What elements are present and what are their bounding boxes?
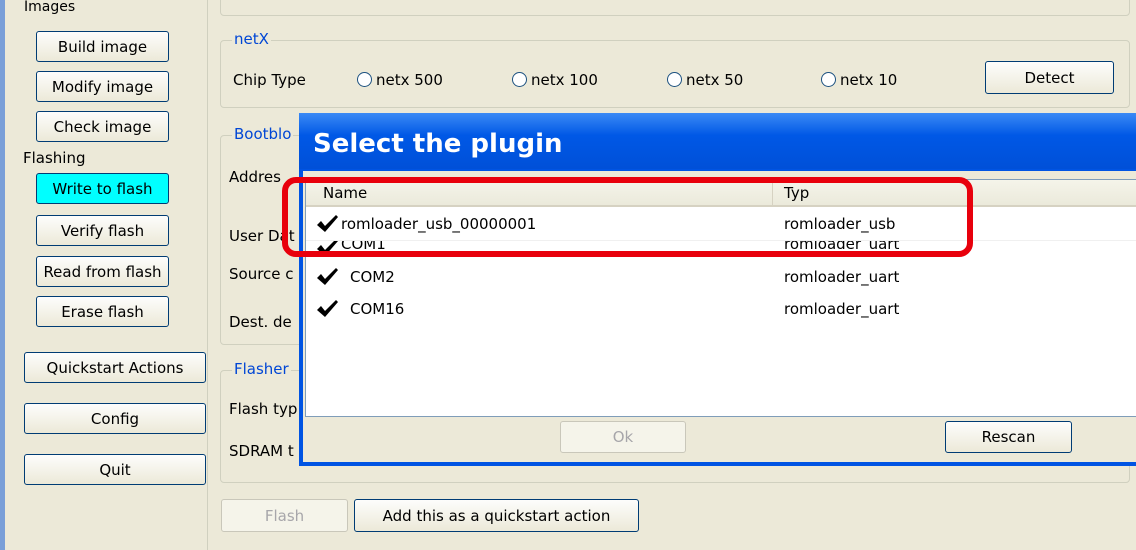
row-type: romloader_uart bbox=[784, 300, 900, 318]
address-label: Addres bbox=[229, 168, 281, 186]
row-name: COM16 bbox=[350, 300, 405, 318]
dest-label: Dest. de bbox=[229, 313, 292, 331]
detect-button[interactable]: Detect bbox=[985, 61, 1114, 94]
radio-netx-50[interactable] bbox=[667, 72, 682, 87]
netx-group-title: netX bbox=[232, 30, 271, 48]
checkmark-icon bbox=[317, 268, 338, 285]
window-left-border bbox=[0, 0, 5, 550]
checkmark-icon bbox=[317, 300, 338, 317]
netx-100-label: netx 100 bbox=[531, 71, 598, 89]
chip-type-label: Chip Type bbox=[233, 71, 306, 89]
ok-button[interactable]: Ok bbox=[560, 421, 686, 453]
config-button[interactable]: Config bbox=[24, 403, 206, 434]
add-quickstart-action-button[interactable]: Add this as a quickstart action bbox=[354, 499, 639, 532]
verify-flash-button[interactable]: Verify flash bbox=[36, 215, 169, 246]
quit-button[interactable]: Quit bbox=[24, 454, 206, 485]
flash-type-label: Flash typ bbox=[229, 400, 298, 418]
modify-image-button[interactable]: Modify image bbox=[36, 71, 169, 102]
rescan-button[interactable]: Rescan bbox=[945, 421, 1072, 453]
flash-button[interactable]: Flash bbox=[221, 499, 348, 532]
netx-10-label: netx 10 bbox=[840, 71, 898, 89]
radio-netx-10[interactable] bbox=[821, 72, 836, 87]
row-type: romloader_uart bbox=[784, 268, 900, 286]
bootloader-group-title: Bootblo bbox=[232, 125, 294, 143]
build-image-button[interactable]: Build image bbox=[36, 31, 169, 62]
sidebar-divider bbox=[207, 0, 208, 550]
quickstart-actions-button[interactable]: Quickstart Actions bbox=[24, 352, 206, 383]
source-label: Source c bbox=[229, 265, 294, 283]
write-to-flash-button[interactable]: Write to flash bbox=[36, 173, 169, 204]
dialog-title: Select the plugin bbox=[313, 129, 563, 159]
table-row[interactable]: COM16 romloader_uart bbox=[306, 293, 1136, 325]
highlight-box bbox=[282, 177, 973, 257]
images-heading: Images bbox=[24, 0, 76, 15]
check-image-button[interactable]: Check image bbox=[36, 111, 169, 142]
plugin-dialog: Select the plugin Name Typ romloader_usb… bbox=[299, 113, 1136, 466]
radio-netx-500[interactable] bbox=[357, 72, 372, 87]
sdram-label: SDRAM t bbox=[229, 442, 294, 460]
netx-500-label: netx 500 bbox=[376, 71, 443, 89]
table-row[interactable]: COM2 romloader_uart bbox=[306, 261, 1136, 293]
erase-flash-button[interactable]: Erase flash bbox=[36, 296, 169, 327]
radio-netx-100[interactable] bbox=[512, 72, 527, 87]
flasher-group-title: Flasher bbox=[232, 360, 291, 378]
read-from-flash-button[interactable]: Read from flash bbox=[36, 256, 169, 287]
flashing-heading: Flashing bbox=[23, 149, 86, 167]
top-group-box bbox=[220, 0, 1130, 16]
netx-50-label: netx 50 bbox=[686, 71, 744, 89]
row-name: COM2 bbox=[350, 268, 395, 286]
